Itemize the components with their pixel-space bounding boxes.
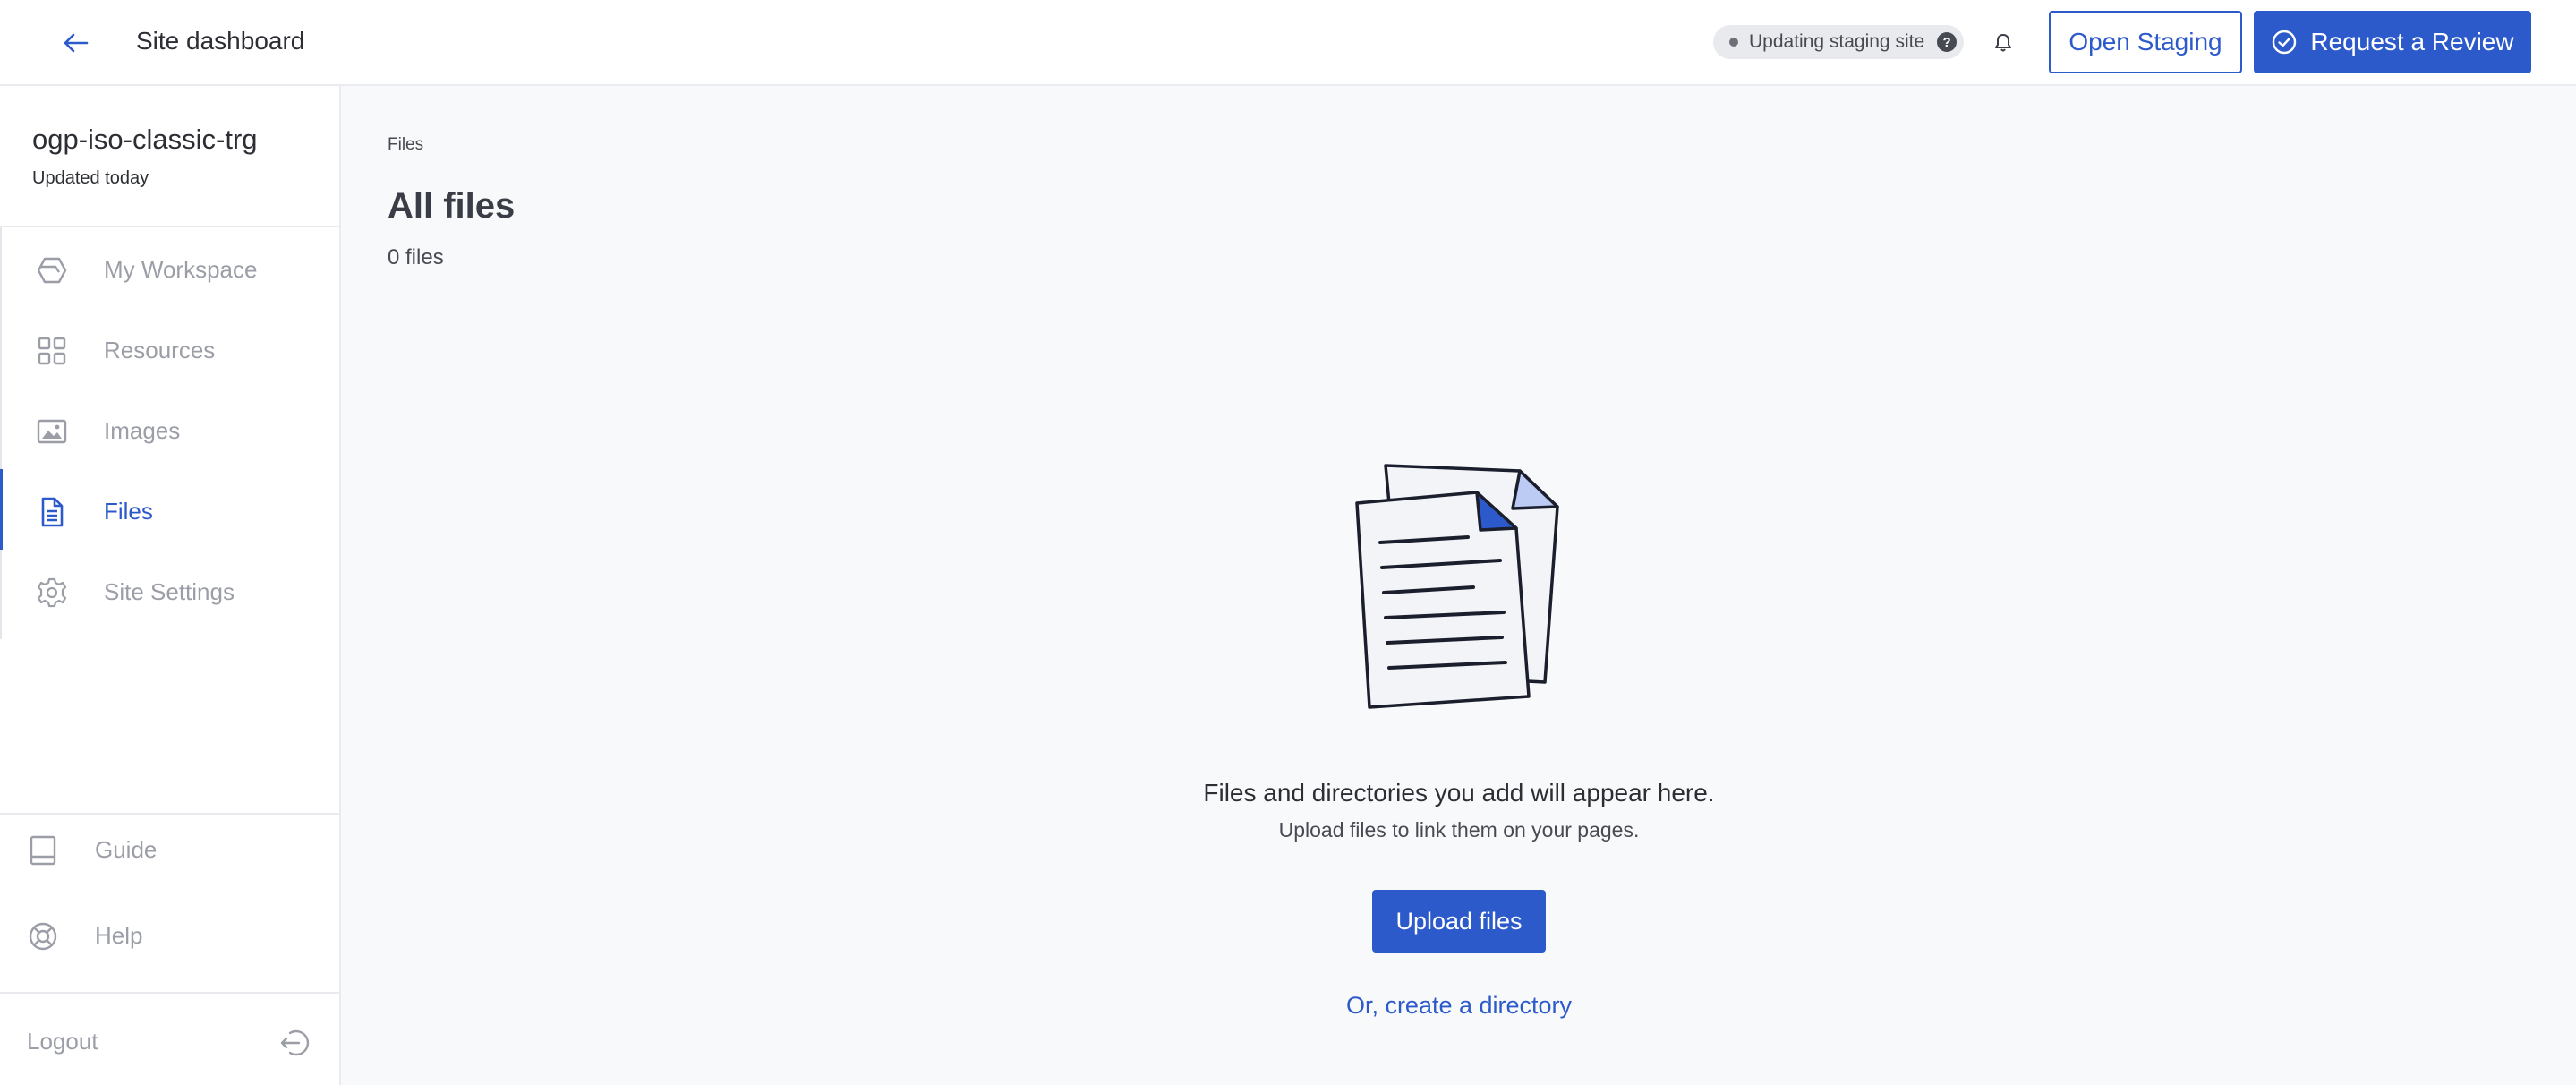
sidebar-item-label: Images — [104, 417, 181, 444]
sidebar-item-label: Resources — [104, 337, 216, 363]
page-title: All files — [388, 186, 516, 226]
gear-icon — [37, 577, 67, 608]
sidebar-footer: Guide Help Logout — [0, 813, 341, 1085]
sidebar-item-label: Files — [104, 498, 153, 525]
back-arrow-icon[interactable] — [55, 23, 95, 63]
bell-icon[interactable] — [1983, 23, 2023, 63]
create-directory-link[interactable]: Or, create a directory — [1190, 992, 1727, 1020]
sidebar-item-my-workspace[interactable]: My Workspace — [0, 227, 341, 308]
sidebar-item-label: Site Settings — [104, 578, 235, 605]
empty-files-illustration — [1355, 464, 1559, 709]
status-dot-icon — [1729, 38, 1738, 47]
logout-button[interactable]: Logout — [0, 992, 341, 1085]
file-count: 0 files — [388, 245, 444, 269]
sidebar-nav: My Workspace Resources Images Files Site… — [0, 226, 341, 639]
top-header: Site dashboard Updating staging site ? O… — [0, 0, 2576, 86]
help-link[interactable]: Help — [0, 899, 341, 970]
status-text: Updating staging site — [1749, 31, 1925, 52]
breadcrumb[interactable]: Files — [388, 135, 423, 155]
workspace-icon — [37, 257, 67, 284]
sidebar-item-label: My Workspace — [104, 256, 258, 283]
upload-files-button[interactable]: Upload files — [1372, 890, 1546, 953]
book-icon — [30, 835, 56, 866]
request-review-label: Request a Review — [2310, 28, 2514, 56]
grid-icon — [38, 337, 66, 365]
sidebar-item-images[interactable]: Images — [0, 389, 341, 469]
open-staging-button[interactable]: Open Staging — [2049, 11, 2242, 73]
site-updated-text: Updated today — [32, 168, 149, 188]
image-icon — [37, 419, 67, 444]
guide-label: Guide — [95, 836, 158, 863]
logout-label: Logout — [27, 1028, 98, 1055]
file-icon — [41, 497, 64, 527]
active-indicator — [0, 469, 3, 550]
staging-status-badge: Updating staging site ? — [1713, 25, 1964, 59]
sidebar-item-resources[interactable]: Resources — [0, 308, 341, 389]
check-circle-icon — [2273, 30, 2297, 55]
help-question-icon[interactable]: ? — [1937, 32, 1958, 52]
logout-icon — [280, 1029, 310, 1056]
sidebar: ogp-iso-classic-trg Updated today My Wor… — [0, 86, 341, 1085]
empty-state-title: Files and directories you add will appea… — [1203, 779, 1715, 807]
guide-link[interactable]: Guide — [0, 813, 341, 884]
request-review-button[interactable]: Request a Review — [2254, 11, 2531, 73]
lifebuoy-icon — [29, 922, 57, 951]
help-label: Help — [95, 922, 143, 949]
header-title: Site dashboard — [136, 27, 305, 55]
empty-state-subtitle: Upload files to link them on your pages. — [1278, 818, 1640, 842]
site-name: ogp-iso-classic-trg — [32, 124, 258, 155]
sidebar-item-files[interactable]: Files — [0, 469, 341, 550]
sidebar-item-site-settings[interactable]: Site Settings — [0, 550, 341, 630]
